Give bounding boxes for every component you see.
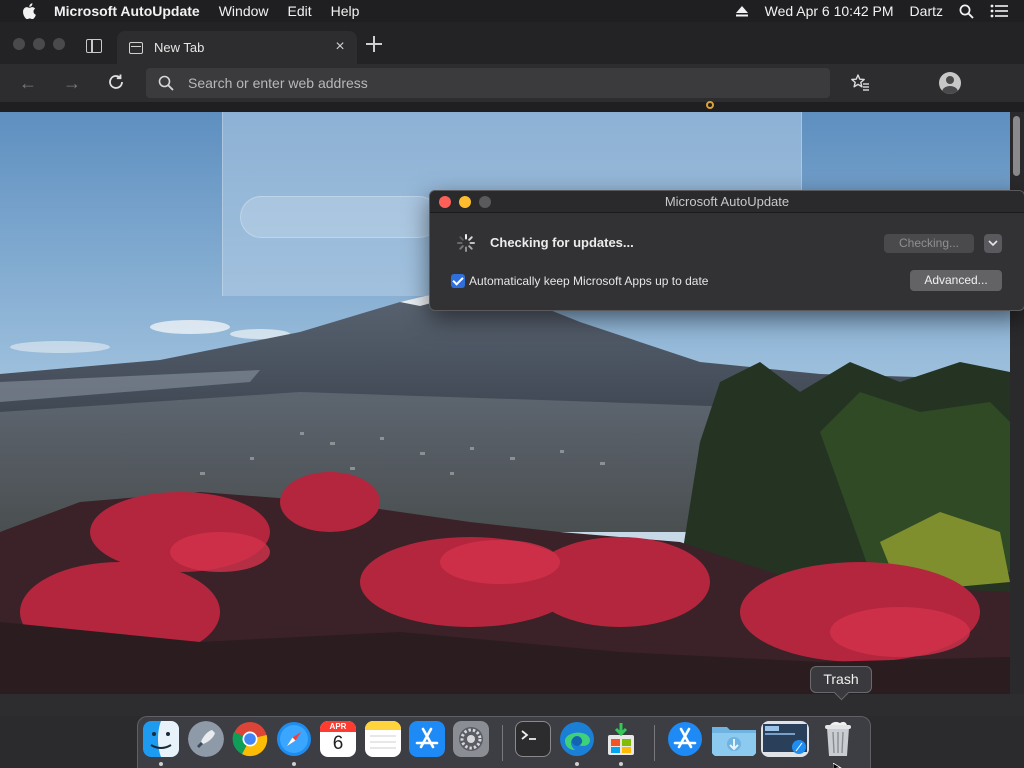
safari-compass-icon[interactable] bbox=[276, 721, 312, 757]
mouse-cursor-icon bbox=[832, 760, 843, 768]
edge-browser-icon[interactable] bbox=[559, 721, 595, 757]
loading-indicator-icon bbox=[706, 101, 714, 109]
trash-icon[interactable] bbox=[820, 721, 856, 757]
menu-edit[interactable]: Edit bbox=[288, 3, 312, 19]
system-preferences-gear-icon[interactable] bbox=[453, 721, 489, 757]
clock[interactable]: Wed Apr 6 10:42 PM bbox=[765, 3, 894, 19]
browser-toolbar: ← → bbox=[0, 64, 1024, 102]
browser-close-button[interactable] bbox=[13, 38, 25, 50]
tab-title: New Tab bbox=[154, 40, 205, 55]
eject-icon[interactable] bbox=[735, 5, 749, 17]
app-store-icon[interactable] bbox=[409, 721, 445, 757]
address-bar[interactable] bbox=[146, 68, 830, 98]
edge-running-indicator bbox=[575, 762, 579, 766]
user-name[interactable]: Dartz bbox=[910, 3, 943, 19]
auto-update-label[interactable]: Automatically keep Microsoft Apps up to … bbox=[469, 274, 708, 288]
new-tab-search-box[interactable] bbox=[240, 196, 440, 238]
chevron-down-icon[interactable] bbox=[984, 234, 1002, 253]
progress-spinner-icon bbox=[456, 233, 476, 253]
calendar-month: APR bbox=[329, 722, 347, 731]
autoupdate-dialog: Microsoft AutoUpdate Checking for update… bbox=[429, 190, 1024, 311]
back-arrow-icon[interactable]: ← bbox=[18, 73, 38, 93]
favorites-star-icon[interactable] bbox=[850, 73, 870, 93]
new-tab-page-icon bbox=[129, 41, 143, 54]
menu-bar: Microsoft AutoUpdate Window Edit Help We… bbox=[0, 0, 1024, 22]
checking-button: Checking... bbox=[884, 234, 974, 253]
dock-tooltip: Trash bbox=[810, 666, 872, 693]
auto-update-checkbox[interactable] bbox=[451, 274, 465, 288]
applications-folder-icon[interactable] bbox=[667, 721, 703, 757]
screenshot-thumbnail-icon[interactable] bbox=[761, 721, 809, 757]
chrome-icon[interactable] bbox=[232, 721, 268, 757]
control-center-icon[interactable] bbox=[990, 4, 1008, 18]
search-icon bbox=[158, 75, 174, 91]
new-tab-plus-icon[interactable] bbox=[366, 36, 382, 52]
dialog-titlebar[interactable]: Microsoft AutoUpdate bbox=[430, 191, 1024, 213]
finder-icon[interactable] bbox=[143, 721, 179, 757]
dock-separator bbox=[502, 725, 503, 761]
menu-app-name[interactable]: Microsoft AutoUpdate bbox=[54, 3, 200, 19]
page-scrollbar-thumb[interactable] bbox=[1013, 116, 1020, 176]
browser-minimize-button[interactable] bbox=[33, 38, 45, 50]
browser-zoom-button[interactable] bbox=[53, 38, 65, 50]
update-status-text: Checking for updates... bbox=[490, 235, 634, 250]
terminal-icon[interactable] bbox=[515, 721, 551, 757]
calendar-icon[interactable]: APR 6 bbox=[320, 721, 356, 757]
downloads-folder-icon[interactable] bbox=[711, 721, 757, 757]
notes-icon[interactable] bbox=[365, 721, 401, 757]
apple-menu-icon[interactable] bbox=[20, 3, 38, 19]
address-input[interactable] bbox=[188, 75, 788, 91]
advanced-button[interactable]: Advanced... bbox=[910, 270, 1002, 291]
safari-running-indicator bbox=[292, 762, 296, 766]
spotlight-search-icon[interactable] bbox=[959, 4, 974, 19]
tab-strip: New Tab × bbox=[0, 22, 1024, 64]
dock: APR 6 bbox=[137, 716, 871, 768]
tab-new-tab[interactable]: New Tab × bbox=[117, 31, 357, 64]
finder-running-indicator bbox=[159, 762, 163, 766]
menu-window[interactable]: Window bbox=[219, 3, 269, 19]
calendar-day: 6 bbox=[332, 733, 344, 754]
forward-arrow-icon[interactable]: → bbox=[62, 73, 82, 93]
dock-separator bbox=[654, 725, 655, 761]
sidebar-toggle-icon[interactable] bbox=[86, 39, 102, 53]
installer-running-indicator bbox=[619, 762, 623, 766]
installer-download-icon[interactable] bbox=[603, 721, 639, 757]
menu-help[interactable]: Help bbox=[331, 3, 360, 19]
refresh-icon[interactable] bbox=[106, 73, 126, 93]
close-tab-icon[interactable]: × bbox=[333, 39, 347, 55]
dialog-title: Microsoft AutoUpdate bbox=[664, 194, 790, 209]
profile-avatar-icon[interactable] bbox=[939, 72, 961, 94]
launchpad-rocket-icon[interactable] bbox=[188, 721, 224, 757]
